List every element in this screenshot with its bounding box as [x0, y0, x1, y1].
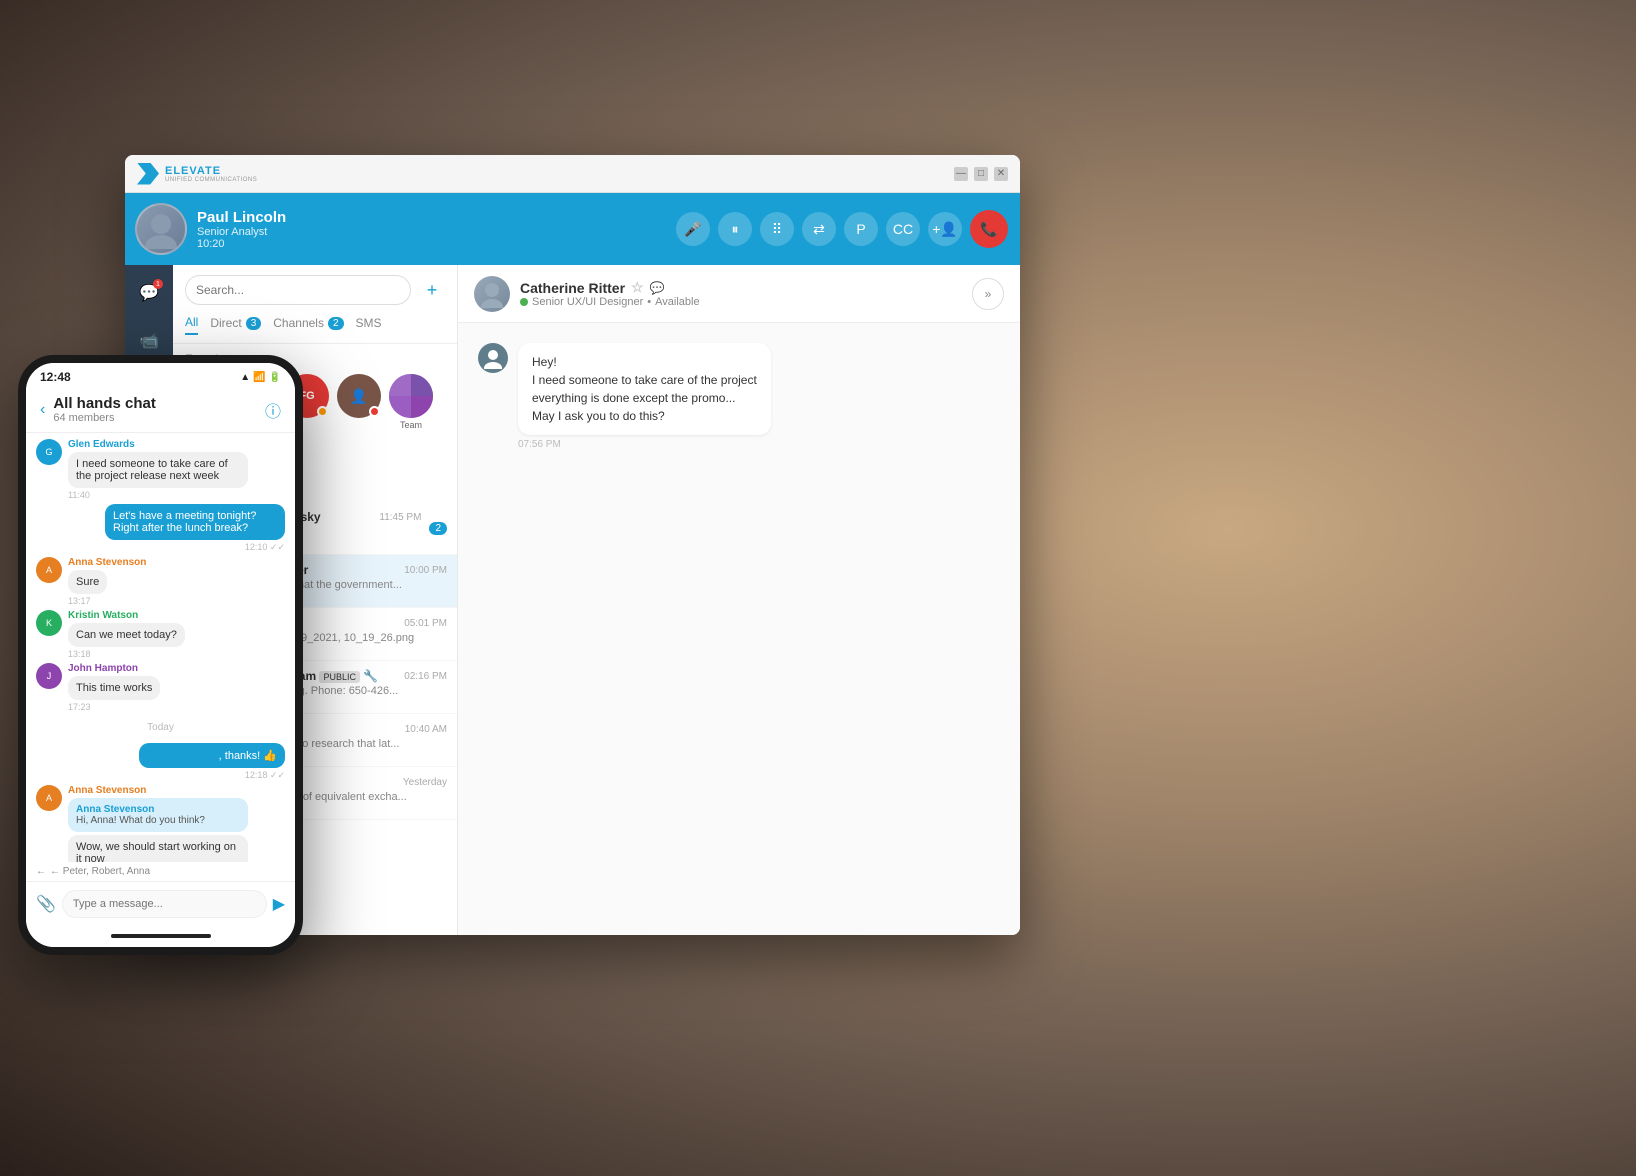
- caller-role: Senior Analyst: [197, 226, 666, 238]
- call-bar: Paul Lincoln Senior Analyst 10:20 🎤 ⏸ ⠿ …: [125, 193, 1020, 265]
- caller-name: Paul Lincoln: [197, 209, 666, 226]
- tab-channels[interactable]: Channels 2: [273, 315, 343, 335]
- chat-badge: 1: [153, 279, 163, 289]
- phone-members: 64 members: [53, 412, 257, 424]
- sidebar-item-video[interactable]: 📹: [133, 325, 165, 357]
- phone-input-bar: 📎 ▶: [26, 881, 295, 925]
- phone-time: 12:48: [40, 370, 71, 384]
- logo-title: ELEVATE: [165, 165, 257, 177]
- phone-avatar-kristin: K: [36, 610, 62, 636]
- phone-status-icons: ▲ 📶 🔋: [240, 372, 281, 383]
- contact-name: Catherine Ritter ☆ 💬: [520, 279, 962, 296]
- minimize-button[interactable]: —: [954, 167, 968, 181]
- msg-avatar-other: [478, 343, 508, 373]
- more-icon[interactable]: 💬: [650, 281, 665, 295]
- phone-msg-row-anna-1: A Anna Stevenson Sure 13:17: [36, 557, 285, 606]
- chat-detail-header: Catherine Ritter ☆ 💬 Senior UX/UI Design…: [458, 265, 1020, 323]
- logo-icon: [137, 163, 159, 185]
- add-chat-button[interactable]: +: [419, 277, 445, 303]
- back-button[interactable]: ‹: [40, 401, 45, 419]
- phone-msg-row-kristin: K Kristin Watson Can we meet today? 13:1…: [36, 610, 285, 659]
- search-bar: +: [173, 265, 457, 315]
- logo-subtitle: UNIFIED COMMUNICATIONS: [165, 177, 257, 183]
- wifi-icon: 📶: [253, 372, 265, 383]
- sidebar-item-chat[interactable]: 💬 1: [133, 277, 165, 309]
- chat-detail-panel: Catherine Ritter ☆ 💬 Senior UX/UI Design…: [458, 265, 1020, 935]
- phone-home-bar: [26, 925, 295, 947]
- phone-status-bar: 12:48 ▲ 📶 🔋: [26, 363, 295, 391]
- star-icon[interactable]: ☆: [631, 279, 644, 296]
- info-button[interactable]: ⓘ: [265, 398, 281, 422]
- phone-msg-row-anna-2: A Anna Stevenson Anna Stevenson Hi, Anna…: [36, 785, 285, 862]
- phone-msg-row-john: J John Hampton This time works 17:23: [36, 663, 285, 712]
- battery-icon: 🔋: [269, 372, 281, 383]
- app-logo: ELEVATE UNIFIED COMMUNICATIONS: [137, 163, 257, 185]
- tab-sms[interactable]: SMS: [356, 315, 382, 335]
- end-call-button[interactable]: 📞: [970, 210, 1008, 248]
- msg-bubble: Hey! I need someone to take care of the …: [518, 343, 771, 435]
- keypad-button[interactable]: ⠿: [760, 212, 794, 246]
- window-controls: — □ ✕: [954, 167, 1008, 181]
- contact-avatar: [474, 276, 510, 312]
- signal-icon: ▲: [240, 372, 250, 383]
- phone-chat-title: All hands chat: [53, 395, 257, 412]
- park-button[interactable]: P: [844, 212, 878, 246]
- maximize-button[interactable]: □: [974, 167, 988, 181]
- phone-avatar-john: J: [36, 663, 62, 689]
- send-button[interactable]: ▶: [273, 894, 285, 914]
- call-controls: 🎤 ⏸ ⠿ ⇄ P CC +👤 📞: [676, 210, 1020, 248]
- caller-info: Paul Lincoln Senior Analyst 10:20: [197, 209, 666, 250]
- home-indicator: [111, 934, 211, 938]
- attach-button[interactable]: 📎: [36, 894, 56, 914]
- typing-indicator: ← ← Peter, Robert, Anna: [26, 862, 295, 881]
- phone-header: ‹ All hands chat 64 members ⓘ: [26, 391, 295, 433]
- badge-aronovsky: 2: [429, 522, 447, 535]
- messages-area: Hey! I need someone to take care of the …: [458, 323, 1020, 935]
- status-dot: [520, 298, 528, 306]
- mic-button[interactable]: 🎤: [676, 212, 710, 246]
- search-input[interactable]: [185, 275, 411, 305]
- mobile-phone: 12:48 ▲ 📶 🔋 ‹ All hands chat 64 members …: [18, 355, 303, 955]
- add-call-button[interactable]: +👤: [928, 212, 962, 246]
- caller-avatar: [135, 203, 187, 255]
- phone-avatar-anna: A: [36, 557, 62, 583]
- fav-group-team[interactable]: Team: [389, 374, 433, 430]
- phone-msg-row-own-2: @Eliza Johns, thanks! 👍 12:18 ✓✓: [76, 743, 285, 781]
- cc-button[interactable]: CC: [886, 212, 920, 246]
- close-button[interactable]: ✕: [994, 167, 1008, 181]
- phone-message-input[interactable]: [62, 890, 267, 918]
- contact-status: Senior UX/UI Designer • Available: [520, 296, 962, 308]
- collapse-panel-button[interactable]: »: [972, 278, 1004, 310]
- phone-date-divider: Today: [36, 716, 285, 739]
- phone-screen: 12:48 ▲ 📶 🔋 ‹ All hands chat 64 members …: [26, 363, 295, 947]
- contact-info: Catherine Ritter ☆ 💬 Senior UX/UI Design…: [520, 279, 962, 308]
- pause-button[interactable]: ⏸: [718, 212, 752, 246]
- phone-msg-row-glen: G Glen Edwards I need someone to take ca…: [36, 439, 285, 500]
- message-row: Hey! I need someone to take care of the …: [478, 343, 948, 450]
- phone-avatar-glen: G: [36, 439, 62, 465]
- titlebar: ELEVATE UNIFIED COMMUNICATIONS — □ ✕: [125, 155, 1020, 193]
- tab-direct[interactable]: Direct 3: [210, 315, 261, 335]
- transfer-button[interactable]: ⇄: [802, 212, 836, 246]
- phone-avatar-anna-2: A: [36, 785, 62, 811]
- chat-tabs: All Direct 3 Channels 2 SMS: [173, 315, 457, 344]
- phone-msg-row-own-1: Let's have a meeting tonight? Right afte…: [76, 504, 285, 553]
- phone-messages: G Glen Edwards I need someone to take ca…: [26, 433, 295, 862]
- call-duration: 10:20: [197, 238, 666, 250]
- fav-user-4[interactable]: 👤: [337, 374, 381, 418]
- tab-all[interactable]: All: [185, 315, 198, 335]
- msg-time: 07:56 PM: [518, 439, 771, 450]
